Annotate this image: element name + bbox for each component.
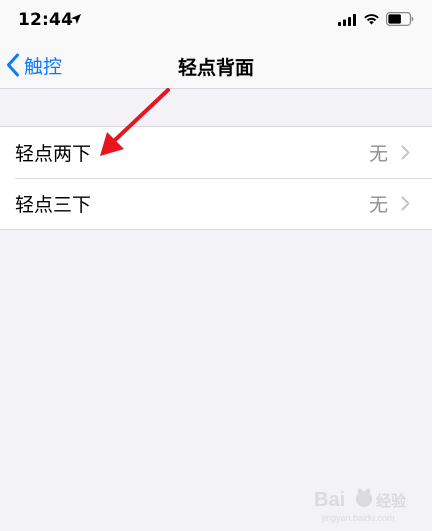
svg-text:jingyan.baidu.com: jingyan.baidu.com [321,513,395,523]
list-item-value: 无 [368,143,388,165]
phone-screen: 12:44 触控 轻点背面 轻点两下 无 轻点三下 无 Bai 经验 jingy… [0,0,432,531]
signal-icon [338,14,356,26]
battery-icon [386,12,414,26]
list-item-double-tap[interactable]: 轻点两下 无 [0,127,432,178]
list-item-label: 轻点两下 [15,143,92,165]
chevron-right-icon [401,196,410,211]
wifi-icon [364,14,379,25]
svg-text:Bai: Bai [314,489,345,511]
annotation-arrow-icon [100,88,170,156]
location-arrow-icon [71,14,81,24]
svg-text:经验: 经验 [376,492,407,510]
list-item-triple-tap[interactable]: 轻点三下 无 [0,178,432,229]
list-item-value: 无 [368,194,388,216]
page-title: 轻点背面 [177,57,254,79]
status-time: 12:44 [18,10,74,30]
list-item-label: 轻点三下 [15,194,92,216]
navigation-bar: 触控 轻点背面 [0,40,432,89]
chevron-right-icon [401,145,410,160]
watermark-logo-icon: Bai 经验 jingyan.baidu.com [314,488,407,523]
settings-list: 轻点两下 无 轻点三下 无 [0,126,432,230]
status-bar: 12:44 [0,0,432,40]
